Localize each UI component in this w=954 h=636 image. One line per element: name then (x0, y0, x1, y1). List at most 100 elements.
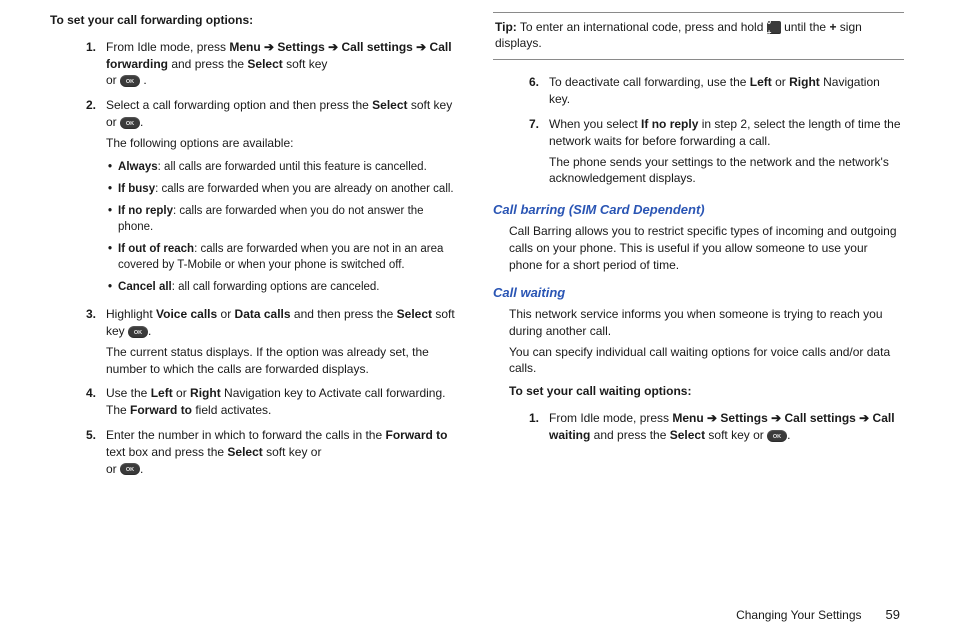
bullet-if-no-reply: If no reply: calls are forwarded when yo… (106, 200, 461, 238)
svg-text:OK: OK (773, 434, 781, 440)
text: or (772, 75, 789, 89)
paragraph: This network service informs you when so… (493, 306, 904, 340)
manual-page: To set your call forwarding options: 1. … (0, 0, 954, 636)
ok-key-icon: OK (128, 326, 148, 338)
text: or (173, 386, 190, 400)
step-number: 5. (78, 427, 96, 477)
desc: : all calls are forwarded until this fea… (158, 161, 427, 173)
text: until the (781, 20, 830, 34)
step-number: 3. (78, 306, 96, 377)
bullet-always: Always: all calls are forwarded until th… (106, 156, 461, 178)
step-number: 6. (521, 74, 539, 108)
step-body: Use the Left or Right Navigation key to … (106, 385, 461, 419)
step-5: 5. Enter the number in which to forward … (50, 423, 461, 481)
step-number: 1. (78, 39, 96, 89)
bullet-cancel-all: Cancel all: all call forwarding options … (106, 276, 461, 298)
text: or (106, 73, 120, 87)
text: The current status displays. If the opti… (106, 345, 429, 376)
field-forward-to: Forward to (385, 428, 447, 442)
svg-text:OK: OK (134, 330, 142, 336)
two-column-layout: To set your call forwarding options: 1. … (50, 12, 904, 606)
page-number: 59 (886, 606, 900, 624)
text: The following options are available: (106, 136, 293, 150)
soft-key-name: Select (372, 98, 407, 112)
label: Cancel all (118, 281, 172, 293)
section-heading: To set your call forwarding options: (50, 12, 461, 29)
step-number: 1. (521, 410, 539, 444)
step-number: 4. (78, 385, 96, 419)
left-column: To set your call forwarding options: 1. … (50, 12, 461, 606)
step-body: When you select If no reply in step 2, s… (549, 116, 904, 187)
text: To enter an international code, press an… (517, 20, 767, 34)
text: . (148, 324, 151, 338)
paragraph: Call Barring allows you to restrict spec… (493, 223, 904, 273)
soft-key-name: Select (670, 428, 705, 442)
text: The phone sends your settings to the net… (549, 155, 889, 186)
label: If busy (118, 183, 155, 195)
text: Select a call forwarding option and then… (106, 98, 372, 112)
page-footer: Changing Your Settings 59 (50, 606, 904, 624)
option-bullet-list: Always: all calls are forwarded until th… (106, 156, 461, 299)
steps-list-right: 6. To deactivate call forwarding, use th… (493, 70, 904, 191)
ok-key-icon: OK (120, 463, 140, 475)
step-body: Select a call forwarding option and then… (106, 97, 461, 298)
step-number: 7. (521, 116, 539, 187)
desc: : calls are forwarded when you are alrea… (155, 183, 454, 195)
steps-list-left: 1. From Idle mode, press Menu ➔ Settings… (50, 35, 461, 482)
section-call-waiting: Call waiting (493, 284, 904, 302)
option-voice-calls: Voice calls (156, 307, 217, 321)
label: Always (118, 161, 158, 173)
text: Highlight (106, 307, 156, 321)
text: . (143, 73, 146, 87)
desc: : all call forwarding options are cancel… (172, 281, 380, 293)
soft-key-name: Select (227, 445, 262, 459)
text: soft key (283, 57, 328, 71)
step-body: To deactivate call forwarding, use the L… (549, 74, 904, 108)
step-4: 4. Use the Left or Right Navigation key … (50, 381, 461, 423)
text: . (140, 115, 143, 129)
soft-key-name: Select (397, 307, 432, 321)
step-body: From Idle mode, press Menu ➔ Settings ➔ … (106, 39, 461, 89)
bullet-if-out-of-reach: If out of reach: calls are forwarded whe… (106, 238, 461, 276)
step-3: 3. Highlight Voice calls or Data calls a… (50, 302, 461, 381)
bullet-if-busy: If busy: calls are forwarded when you ar… (106, 178, 461, 200)
tip-label: Tip: (495, 20, 517, 34)
label: If out of reach (118, 243, 194, 255)
label: If no reply (118, 205, 173, 217)
text: From Idle mode, press (549, 411, 672, 425)
nav-right: Right (190, 386, 221, 400)
nav-right: Right (789, 75, 820, 89)
right-column: Tip: To enter an international code, pre… (493, 12, 904, 606)
text: and then press the (291, 307, 397, 321)
step-1: 1. From Idle mode, press Menu ➔ Settings… (50, 35, 461, 93)
section-heading: To set your call waiting options: (493, 383, 904, 400)
text: To deactivate call forwarding, use the (549, 75, 750, 89)
step-2: 2. Select a call forwarding option and t… (50, 93, 461, 302)
tip-box: Tip: To enter an international code, pre… (493, 12, 904, 60)
text: From Idle mode, press (106, 40, 229, 54)
text: soft key or (705, 428, 767, 442)
zero-key-icon: 0 + (767, 21, 781, 34)
field-forward-to: Forward to (130, 403, 192, 417)
text: . (787, 428, 790, 442)
steps-list-waiting: 1. From Idle mode, press Menu ➔ Settings… (493, 406, 904, 448)
section-call-barring: Call barring (SIM Card Dependent) (493, 201, 904, 219)
footer-section-name: Changing Your Settings (736, 607, 861, 624)
ok-key-icon: OK (120, 117, 140, 129)
step-6: 6. To deactivate call forwarding, use th… (493, 70, 904, 112)
svg-text:OK: OK (126, 468, 134, 474)
text: and press the (168, 57, 247, 71)
soft-key-name: Select (247, 57, 282, 71)
text: . (140, 462, 143, 476)
text: field activates. (192, 403, 271, 417)
step-body: Enter the number in which to forward the… (106, 427, 461, 477)
step-number: 2. (78, 97, 96, 298)
text: Use the (106, 386, 151, 400)
text: and press the (590, 428, 669, 442)
text: text box and press the (106, 445, 227, 459)
step-7: 7. When you select If no reply in step 2… (493, 112, 904, 191)
paragraph: You can specify individual call waiting … (493, 344, 904, 378)
step-body: From Idle mode, press Menu ➔ Settings ➔ … (549, 410, 904, 444)
ok-key-icon: OK (120, 75, 140, 87)
nav-left: Left (750, 75, 772, 89)
